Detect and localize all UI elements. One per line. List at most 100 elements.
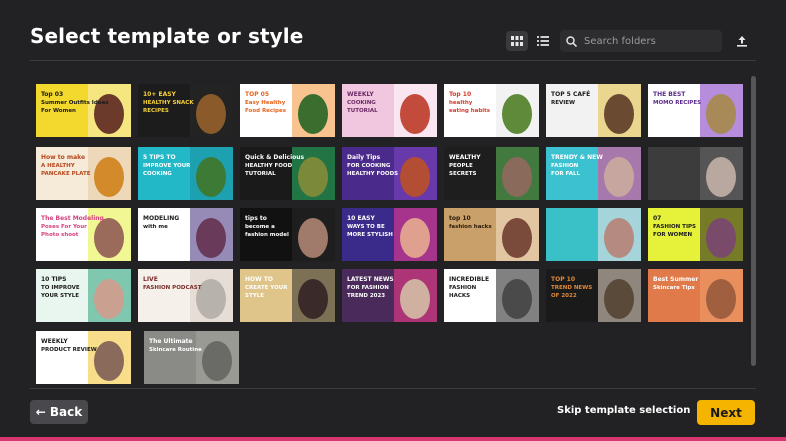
template-card[interactable]: Top 10 healthy eating habits bbox=[444, 84, 539, 137]
template-photo bbox=[604, 157, 634, 197]
template-thumbnail: The Best Modeling Poses For Your Photo sho… bbox=[36, 208, 131, 261]
template-card[interactable] bbox=[648, 147, 743, 200]
template-card[interactable]: tips to become a fashion model bbox=[240, 208, 335, 261]
template-text: FOR FALL bbox=[551, 171, 580, 177]
template-card[interactable]: TOP 10 TREND NEWS OF 2022 bbox=[546, 269, 641, 322]
template-text: eating habits bbox=[449, 108, 491, 114]
template-card[interactable]: WEEKLY COOKING TUTORIAL bbox=[342, 84, 437, 137]
template-card[interactable]: Daily Tips FOR COOKING HEALTHY FOODS bbox=[342, 147, 437, 200]
template-text: YOUR STYLE bbox=[40, 293, 79, 299]
template-card[interactable]: How to make A HEALTHY PANCAKE PLATE bbox=[36, 147, 131, 200]
template-text: STYLE bbox=[245, 293, 264, 299]
template-text: WEALTHY bbox=[449, 154, 481, 161]
scrollbar[interactable] bbox=[751, 76, 756, 366]
skip-template-link[interactable]: Skip template selection bbox=[557, 405, 690, 416]
template-thumbnail: INCREDIBLE FASHION HACKS bbox=[444, 269, 539, 322]
template-text: fashion model bbox=[245, 232, 289, 238]
template-text: HEALTHY SNACK bbox=[143, 100, 194, 106]
template-text: TOP 10 bbox=[551, 276, 575, 283]
template-card[interactable]: 5 TIPS TO IMPROVE YOUR COOKING bbox=[138, 147, 233, 200]
template-thumbnail: THE BEST MOMO RECIPES bbox=[648, 84, 743, 137]
template-thumbnail: WEEKLY COOKING TUTORIAL bbox=[342, 84, 437, 137]
template-photo bbox=[94, 279, 124, 319]
template-text: TUTORIAL bbox=[347, 108, 378, 114]
template-card[interactable] bbox=[546, 208, 641, 261]
template-text: For Women bbox=[41, 108, 76, 114]
template-text: Daily Tips bbox=[347, 154, 381, 161]
template-text: MOMO RECIPES bbox=[653, 100, 701, 106]
template-thumbnail: Daily Tips FOR COOKING HEALTHY FOODS bbox=[342, 147, 437, 200]
template-text: FOR COOKING bbox=[347, 163, 391, 169]
template-text: 10+ EASY bbox=[143, 91, 177, 98]
back-button[interactable]: ← Back bbox=[30, 400, 88, 424]
template-text: LIVE bbox=[143, 276, 158, 283]
template-card[interactable]: HOW TO CREATE YOUR STYLE bbox=[240, 269, 335, 322]
template-card[interactable]: The Ultimate Skincare Routine bbox=[144, 331, 239, 384]
template-text: with me bbox=[143, 224, 168, 230]
template-text: Photo shoot bbox=[41, 232, 79, 238]
template-card[interactable]: top 10 fashion hacks bbox=[444, 208, 539, 261]
scrollbar-thumb[interactable] bbox=[751, 76, 756, 366]
template-text: TUTORIAL bbox=[245, 171, 276, 177]
template-card[interactable]: Top 03 Summer Outfits Ideas For Women bbox=[36, 84, 131, 137]
template-card[interactable]: LIVE FASHION PODCAST bbox=[138, 269, 233, 322]
template-text: FOR FASHION bbox=[347, 285, 389, 291]
template-card[interactable]: TOP 05 Easy Healthy Food Recipes bbox=[240, 84, 335, 137]
template-thumbnail: top 10 fashion hacks bbox=[444, 208, 539, 261]
template-card[interactable]: INCREDIBLE FASHION HACKS bbox=[444, 269, 539, 322]
template-text: THE BEST bbox=[653, 91, 686, 98]
search-icon bbox=[566, 35, 577, 47]
template-card[interactable]: WEEKLY PRODUCT REVIEW bbox=[36, 331, 131, 384]
template-text: Food Recipes bbox=[245, 108, 287, 114]
template-photo bbox=[400, 94, 430, 134]
template-text: 07 bbox=[653, 215, 661, 222]
template-text: 5 TIPS TO bbox=[143, 154, 176, 161]
template-card[interactable]: TRENDY & NEW FASHION FOR FALL bbox=[546, 147, 641, 200]
template-text: tips to bbox=[245, 215, 267, 222]
template-photo bbox=[400, 218, 430, 258]
template-text: OF 2022 bbox=[551, 293, 577, 299]
template-card[interactable]: 10+ EASY HEALTHY SNACK RECIPES bbox=[138, 84, 233, 137]
template-photo bbox=[502, 279, 532, 319]
template-card[interactable]: 10 TIPS TO IMPROVE YOUR STYLE bbox=[36, 269, 131, 322]
template-text: Top 10 bbox=[449, 91, 471, 98]
template-photo bbox=[196, 157, 226, 197]
template-text: SECRETS bbox=[449, 171, 476, 177]
template-text: Easy Healthy bbox=[245, 100, 286, 106]
template-thumbnail: MODELING with me bbox=[138, 208, 233, 261]
template-photo bbox=[94, 218, 124, 258]
template-thumbnail: 5 TIPS TO IMPROVE YOUR COOKING bbox=[138, 147, 233, 200]
template-text: The Ultimate bbox=[149, 338, 193, 345]
template-card[interactable]: 07 FASHION TIPS FOR WOMEN bbox=[648, 208, 743, 261]
template-text: CREATE YOUR bbox=[245, 285, 288, 291]
template-text: 10 TIPS bbox=[41, 276, 66, 283]
template-thumbnail: Top 03 Summer Outfits Ideas For Women bbox=[36, 84, 131, 137]
search-input[interactable] bbox=[584, 35, 714, 47]
template-card[interactable]: LATEST NEWS FOR FASHION TREND 2023 bbox=[342, 269, 437, 322]
upload-button[interactable] bbox=[734, 33, 750, 49]
grid-view-button[interactable] bbox=[506, 31, 528, 51]
template-photo bbox=[400, 279, 430, 319]
template-text: WEEKLY bbox=[347, 91, 374, 98]
template-card[interactable]: MODELING with me bbox=[138, 208, 233, 261]
page-title: Select template or style bbox=[30, 24, 304, 48]
template-card[interactable]: THE BEST MOMO RECIPES bbox=[648, 84, 743, 137]
next-button[interactable]: Next bbox=[697, 400, 755, 425]
template-text: FASHION bbox=[449, 285, 477, 291]
template-text: REVIEW bbox=[551, 100, 575, 106]
template-text: HEALTHY FOODS bbox=[347, 171, 398, 177]
arrow-left-icon: ← bbox=[35, 405, 46, 419]
list-view-button[interactable] bbox=[532, 31, 554, 51]
template-card[interactable]: 10 EASY WAYS TO BE MORE STYLISH bbox=[342, 208, 437, 261]
template-photo bbox=[706, 218, 736, 258]
template-text: HACKS bbox=[449, 293, 470, 299]
template-text: PEOPLE bbox=[449, 163, 473, 169]
template-photo bbox=[196, 94, 226, 134]
template-photo bbox=[196, 218, 226, 258]
template-card[interactable]: Best Summer Skincare Tips bbox=[648, 269, 743, 322]
footer-divider bbox=[30, 388, 756, 389]
template-card[interactable]: WEALTHY PEOPLE SECRETS bbox=[444, 147, 539, 200]
template-card[interactable]: The Best Modeling Poses For Your Photo sho… bbox=[36, 208, 131, 261]
template-card[interactable]: TOP 5 CAFÉ REVIEW bbox=[546, 84, 641, 137]
template-card[interactable]: Quick & Delicious HEALTHY FOOD TUTORIAL bbox=[240, 147, 335, 200]
